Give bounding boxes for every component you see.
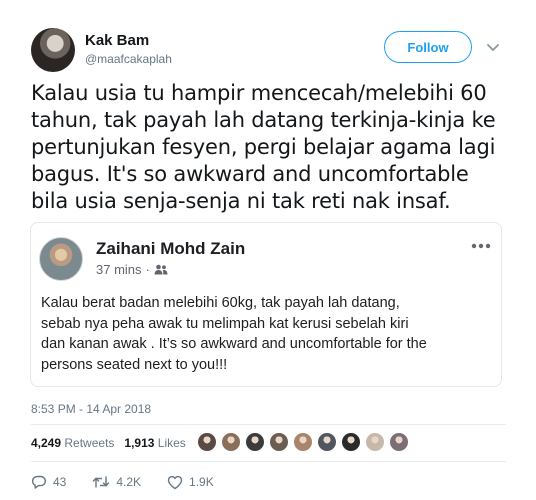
follow-button[interactable]: Follow (384, 31, 472, 63)
like-count: 1.9K (189, 475, 214, 489)
quoted-post-text: Kalau berat badan melebihi 60kg, tak pay… (41, 293, 496, 375)
liker-avatar[interactable] (365, 432, 385, 452)
friends-icon (154, 264, 168, 275)
tweet-actions: 43 4.2K 1.9K (31, 474, 214, 490)
chevron-down-icon[interactable] (486, 40, 500, 54)
heart-icon (167, 475, 183, 489)
retweets-count: 4,249 (31, 436, 62, 450)
more-options-icon[interactable] (471, 243, 491, 249)
divider (31, 424, 506, 425)
quoted-post[interactable]: Zaihani Mohd Zain 37 mins · Kalau berat … (30, 222, 502, 387)
quoted-post-time-text: 37 mins (96, 262, 142, 277)
retweets-label: Retweets (64, 436, 115, 450)
likes-stat[interactable]: 1,913 Likes (124, 436, 185, 450)
author-name[interactable]: Kak Bam (85, 32, 149, 49)
retweet-action[interactable]: 4.2K (92, 475, 141, 489)
reply-icon (31, 475, 46, 489)
divider (31, 461, 506, 462)
like-action[interactable]: 1.9K (167, 475, 214, 490)
quoted-author-name: Zaihani Mohd Zain (96, 239, 246, 258)
tweet-text-line: Kalau usia tu hampir mencecah/melebihi 6… (31, 81, 487, 105)
quoted-post-time: 37 mins · (96, 262, 168, 277)
liker-avatar[interactable] (221, 432, 241, 452)
quoted-text-line: sebab nya peha awak tu melimpah kat keru… (41, 315, 409, 332)
tweet-card: Kak Bam @maafcakaplah Follow Kalau usia … (0, 0, 536, 500)
liker-avatar[interactable] (341, 432, 361, 452)
engagement-stats: 4,249 Retweets 1,913 Likes (31, 436, 196, 450)
liker-avatar[interactable] (269, 432, 289, 452)
quoted-author-avatar (39, 237, 83, 281)
quoted-text-line: dan kanan awak . It’s so awkward and unc… (41, 336, 427, 352)
reply-count: 43 (53, 475, 67, 489)
quoted-text-line: persons seated next to you!!! (41, 356, 228, 373)
liker-avatar[interactable] (389, 432, 409, 452)
tweet-text-line: bagus. It's so awkward and uncomfortable (31, 162, 469, 186)
liker-avatar[interactable] (293, 432, 313, 452)
liker-avatar[interactable] (197, 432, 217, 452)
tweet-text: Kalau usia tu hampir mencecah/melebihi 6… (31, 80, 511, 215)
retweets-stat[interactable]: 4,249 Retweets (31, 436, 114, 450)
retweet-count: 4.2K (116, 475, 142, 489)
tweet-text-line: pertunjukan fesyen, pergi belajar agama … (31, 135, 496, 159)
tweet-text-line: bila usia senja-senja ni tak reti nak in… (31, 189, 451, 213)
liker-avatar[interactable] (317, 432, 337, 452)
reply-action[interactable]: 43 (31, 474, 66, 490)
likes-count: 1,913 (124, 436, 155, 450)
tweet-timestamp[interactable]: 8:53 PM - 14 Apr 2018 (31, 402, 151, 416)
quoted-text-line: Kalau berat badan melebihi 60kg, tak pay… (41, 295, 400, 311)
separator-dot: · (145, 262, 150, 277)
retweet-icon (93, 476, 110, 488)
liker-avatar[interactable] (245, 432, 265, 452)
author-handle[interactable]: @maafcakaplah (85, 52, 172, 66)
tweet-text-line: tahun, tak payah lah datang terkinja-kin… (31, 108, 496, 132)
liker-avatars (197, 432, 413, 452)
likes-label: Likes (157, 436, 186, 450)
author-avatar[interactable] (31, 28, 75, 72)
